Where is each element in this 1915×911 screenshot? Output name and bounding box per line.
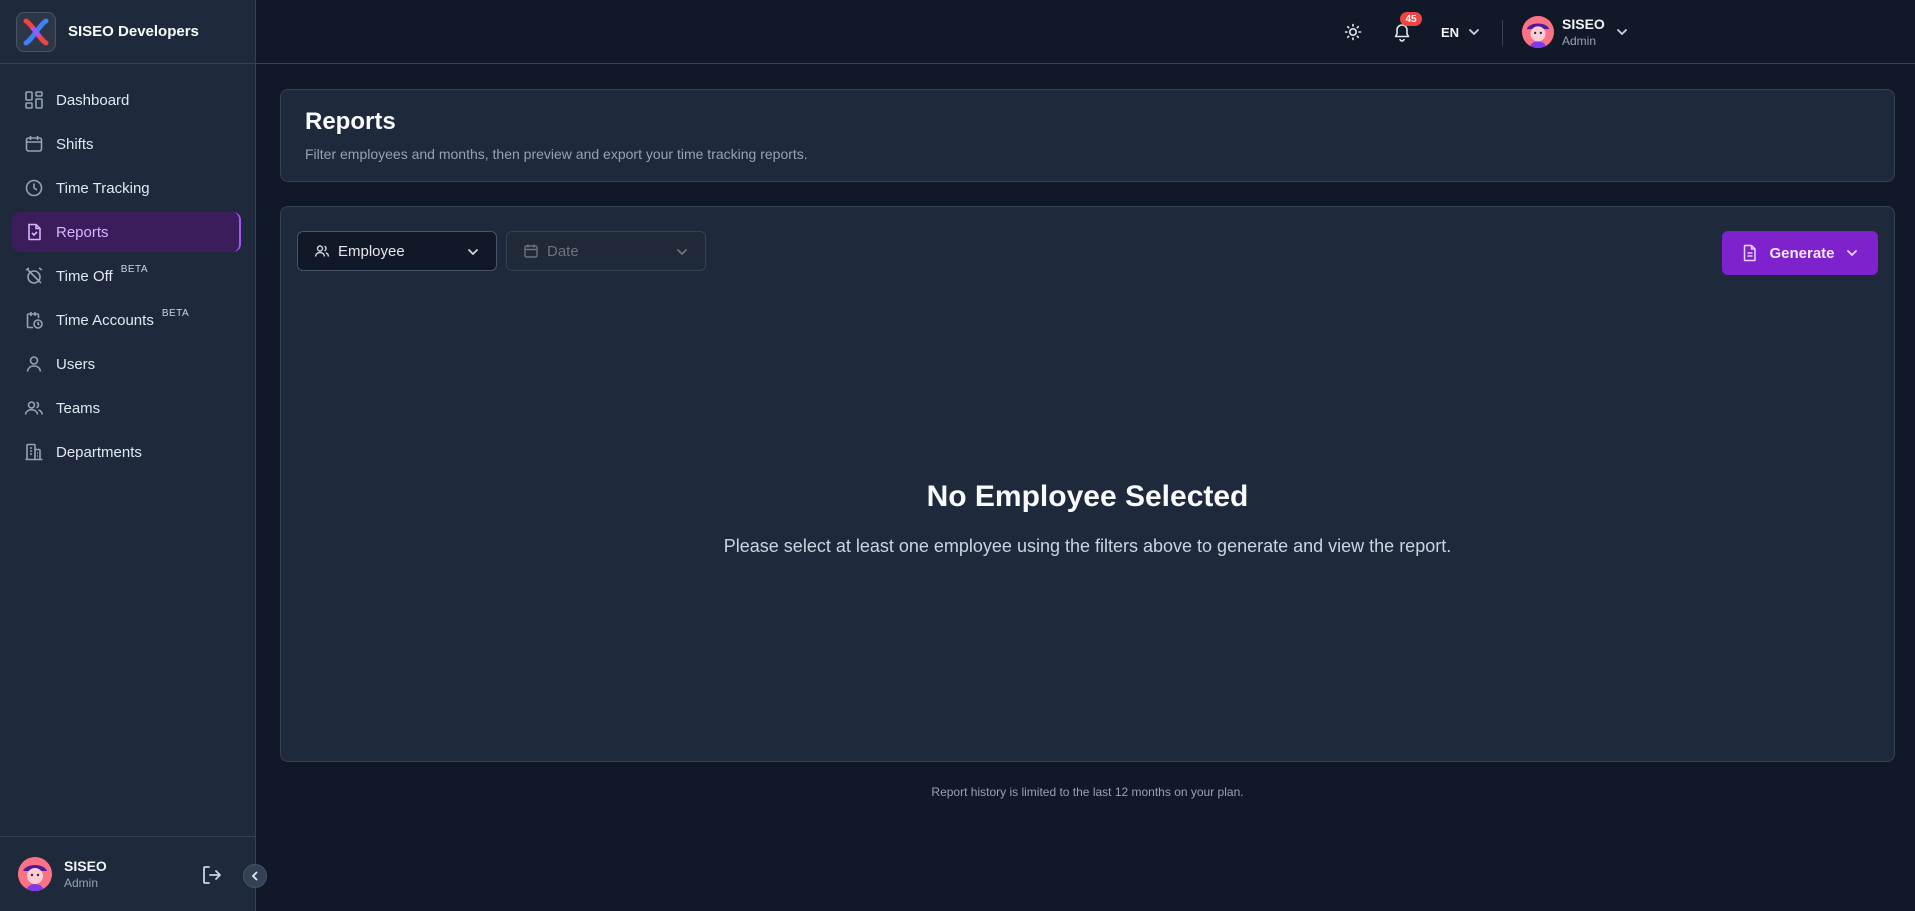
language-label: EN — [1441, 24, 1460, 40]
building-icon — [25, 443, 43, 461]
user-icon — [26, 356, 42, 372]
beta-badge: BETA — [120, 264, 149, 275]
sidebar-footer: SISEO Admin — [0, 836, 255, 911]
sidebar-item-users[interactable]: Users — [12, 344, 243, 384]
user-role: Admin — [64, 876, 99, 890]
sidebar-item-time-accounts[interactable]: Time Accounts BETA — [12, 300, 243, 340]
calendar-icon — [524, 244, 538, 258]
report-panel: Employee Date Generate No Employee Selec… — [280, 206, 1895, 762]
brand-logo-icon — [16, 11, 56, 52]
chevron-left-icon — [251, 871, 258, 881]
document-icon — [1744, 244, 1757, 262]
divider — [1502, 20, 1503, 46]
language-selector[interactable]: EN — [1441, 22, 1481, 42]
empty-state-title: No Employee Selected — [926, 480, 1249, 513]
theme-toggle-button[interactable] — [1343, 22, 1363, 42]
sidebar-item-time-tracking[interactable]: Time Tracking — [12, 168, 243, 208]
sidebar-item-dashboard[interactable]: Dashboard — [12, 80, 243, 120]
sidebar-item-shifts[interactable]: Shifts — [12, 124, 243, 164]
user-name: SISEO — [64, 858, 107, 874]
time-account-icon — [26, 312, 43, 329]
page-subtitle: Filter employees and months, then previe… — [305, 146, 808, 162]
sidebar-item-label: Users — [56, 355, 96, 373]
brand-name: SISEO Developers — [68, 23, 199, 40]
sidebar-item-time-off[interactable]: Time Off BETA — [12, 256, 243, 296]
sidebar: SISEO Developers Dashboard Shifts Time T… — [0, 0, 256, 911]
logout-icon — [203, 866, 221, 884]
chevron-down-icon — [1846, 250, 1857, 257]
empty-state-text: Please select at least one employee usin… — [723, 536, 1452, 556]
page-header-card: Reports Filter employees and months, the… — [280, 89, 1895, 182]
report-icon — [28, 223, 41, 241]
alarm-off-icon — [25, 267, 43, 284]
sidebar-item-label: Shifts — [56, 135, 94, 153]
sidebar-item-label: Teams — [56, 399, 101, 417]
logout-button[interactable] — [200, 863, 224, 887]
sidebar-item-label: Time Accounts — [56, 311, 154, 329]
top-bar — [256, 0, 1915, 64]
sun-icon — [1344, 23, 1362, 41]
users-icon — [314, 245, 330, 257]
chevron-down-icon — [1469, 29, 1479, 36]
sidebar-item-label: Time Tracking — [56, 179, 150, 197]
beta-badge: BETA — [161, 308, 190, 319]
team-icon — [24, 401, 44, 415]
clock-icon — [25, 179, 43, 197]
report-history-note: Report history is limited to the last 12… — [931, 785, 1244, 799]
user-menu[interactable]: SISEO Admin — [1522, 16, 1629, 48]
sidebar-item-reports[interactable]: Reports — [12, 212, 241, 252]
chevron-down-icon — [1616, 29, 1627, 36]
top-user-info: SISEO Admin — [1562, 16, 1605, 48]
dashboard-icon — [25, 91, 43, 109]
sidebar-item-label: Dashboard — [56, 91, 130, 109]
generate-button[interactable]: Generate — [1722, 231, 1878, 275]
sidebar-item-departments[interactable]: Departments — [12, 432, 243, 472]
employee-select[interactable]: Employee — [297, 231, 497, 271]
sidebar-item-label: Time Off — [56, 267, 113, 285]
user-name: SISEO — [1562, 16, 1605, 32]
sidebar-item-teams[interactable]: Teams — [12, 388, 243, 428]
sidebar-nav: Dashboard Shifts Time Tracking Reports T… — [0, 64, 255, 472]
sidebar-collapse-button[interactable] — [243, 864, 267, 888]
notification-count-badge: 45 — [1400, 12, 1422, 26]
brand[interactable]: SISEO Developers — [0, 0, 255, 64]
chevron-down-icon — [468, 249, 478, 256]
generate-button-label: Generate — [1769, 244, 1835, 262]
page-title: Reports — [305, 108, 396, 135]
user-role: Admin — [1562, 34, 1597, 48]
sidebar-user-info: SISEO Admin — [64, 858, 107, 890]
employee-select-label: Employee — [338, 242, 405, 260]
chevron-down-icon — [677, 249, 687, 256]
date-select-label: Date — [547, 242, 579, 260]
sidebar-item-label: Departments — [56, 443, 142, 461]
avatar[interactable] — [18, 857, 52, 891]
date-select[interactable]: Date — [506, 231, 706, 271]
sidebar-item-label: Reports — [56, 223, 109, 241]
avatar — [1522, 16, 1554, 48]
calendar-icon — [25, 136, 43, 152]
